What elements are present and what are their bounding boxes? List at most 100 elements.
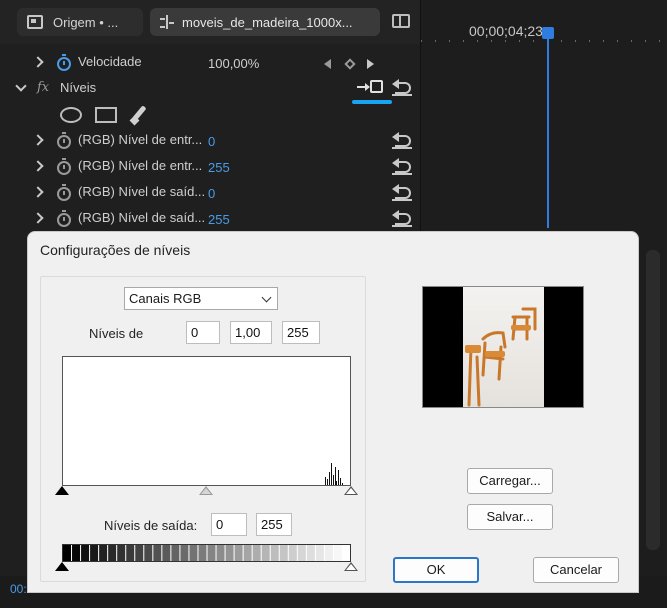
- vertical-scrollbar[interactable]: [646, 250, 660, 550]
- gradient-step: [216, 545, 225, 561]
- stopwatch-icon[interactable]: [57, 158, 71, 175]
- tab-effect-controls[interactable]: moveis_de_madeira_1000x...: [150, 8, 380, 36]
- param-value[interactable]: 0: [208, 134, 215, 149]
- reset-icon[interactable]: [392, 79, 412, 96]
- param-label: (RGB) Nível de saíd...: [78, 210, 206, 225]
- param-value[interactable]: 255: [208, 160, 230, 175]
- premiere-workspace: Origem • ... moveis_de_madeira_1000x... …: [0, 0, 667, 608]
- save-button[interactable]: Salvar...: [467, 504, 553, 530]
- velocidade-value[interactable]: 100,00%: [208, 56, 259, 71]
- chevron-down-icon[interactable]: [15, 80, 27, 92]
- chevron-right-icon[interactable]: [32, 160, 44, 172]
- chevron-right-icon[interactable]: [32, 212, 44, 224]
- gradient-step: [108, 545, 117, 561]
- output-white-field[interactable]: 255: [256, 513, 292, 536]
- param-value[interactable]: 0: [208, 186, 215, 201]
- output-levels-label: Níveis de saída:: [104, 518, 198, 533]
- param-value[interactable]: 255: [208, 212, 230, 227]
- reset-icon[interactable]: [392, 132, 412, 149]
- chevron-right-icon[interactable]: [32, 186, 44, 198]
- panel-tab-bar: Origem • ... moveis_de_madeira_1000x...: [0, 0, 420, 44]
- gradient-step: [144, 545, 153, 561]
- prev-keyframe-icon[interactable]: [324, 59, 331, 69]
- gradient-step: [153, 545, 162, 561]
- input-black-handle[interactable]: [55, 486, 69, 495]
- row-velocidade: Velocidade 100,00%: [0, 50, 420, 76]
- velocidade-label: Velocidade: [78, 54, 142, 69]
- gradient-step: [99, 545, 108, 561]
- row-param: (RGB) Nível de saíd... 255: [0, 206, 420, 232]
- next-keyframe-icon[interactable]: [367, 59, 374, 69]
- input-white-field[interactable]: 255: [282, 321, 320, 344]
- pen-mask-icon[interactable]: [129, 105, 148, 126]
- input-levels-slider[interactable]: [55, 486, 358, 496]
- gradient-step: [63, 545, 72, 561]
- chairs-image: [465, 307, 537, 407]
- playhead-line[interactable]: [547, 28, 549, 228]
- reset-icon[interactable]: [392, 210, 412, 227]
- gradient-step: [198, 545, 207, 561]
- tab-source-label: Origem • ...: [53, 14, 119, 30]
- input-black-field[interactable]: 0: [186, 321, 220, 344]
- gradient-step: [72, 545, 81, 561]
- channel-select[interactable]: Canais RGB: [124, 287, 278, 310]
- gradient-step: [90, 545, 99, 561]
- gradient-step: [288, 545, 297, 561]
- gradient-step: [81, 545, 90, 561]
- time-ruler: [421, 40, 667, 42]
- histogram-graph: [325, 463, 343, 485]
- stopwatch-icon[interactable]: [57, 132, 71, 149]
- bottom-timecode: 00:: [10, 582, 27, 596]
- gradient-step: [225, 545, 234, 561]
- chevron-down-icon: [261, 292, 272, 303]
- ellipse-mask-icon[interactable]: [60, 107, 82, 123]
- output-black-handle[interactable]: [55, 562, 69, 571]
- input-gamma-field[interactable]: 1,00: [230, 321, 272, 344]
- stopwatch-icon[interactable]: [57, 54, 71, 71]
- load-button[interactable]: Carregar...: [467, 468, 553, 494]
- rectangle-mask-icon[interactable]: [95, 107, 117, 123]
- param-label: (RGB) Nível de entr...: [78, 158, 203, 173]
- stopwatch-icon[interactable]: [57, 210, 71, 227]
- ok-button[interactable]: OK: [393, 557, 479, 583]
- reset-icon[interactable]: [392, 158, 412, 175]
- preview-image: [463, 287, 544, 407]
- output-levels-slider[interactable]: [55, 562, 358, 572]
- channel-select-value: Canais RGB: [129, 291, 202, 306]
- chevron-right-icon[interactable]: [32, 56, 44, 68]
- row-param: (RGB) Nível de saíd... 0: [0, 180, 420, 206]
- output-black-field[interactable]: 0: [211, 513, 247, 536]
- source-monitor-icon: [27, 15, 43, 29]
- row-niveis: fx Níveis: [0, 76, 420, 104]
- fx-icon[interactable]: fx: [37, 80, 49, 95]
- gradient-step: [171, 545, 180, 561]
- add-keyframe-icon[interactable]: [344, 58, 356, 70]
- panel-layout-icon[interactable]: [392, 14, 410, 28]
- tab-source[interactable]: Origem • ...: [17, 8, 143, 36]
- gradient-step: [117, 545, 126, 561]
- setup-dialog-icon[interactable]: [357, 79, 383, 95]
- row-mask-tools: [0, 102, 420, 128]
- input-gamma-handle[interactable]: [199, 486, 213, 495]
- reset-icon[interactable]: [392, 184, 412, 201]
- input-white-handle[interactable]: [344, 486, 358, 495]
- input-levels-label: Níveis de: [89, 326, 144, 341]
- stopwatch-icon[interactable]: [57, 184, 71, 201]
- gradient-step: [342, 545, 350, 561]
- row-param: (RGB) Nível de entr... 0: [0, 128, 420, 154]
- gradient-step: [252, 545, 261, 561]
- output-white-handle[interactable]: [344, 562, 358, 571]
- gradient-step: [297, 545, 306, 561]
- cancel-button[interactable]: Cancelar: [533, 557, 619, 583]
- gradient-steps: [63, 545, 350, 561]
- gradient-step: [189, 545, 198, 561]
- dialog-title: Configurações de níveis: [40, 242, 191, 258]
- playhead-handle[interactable]: [542, 27, 554, 39]
- niveis-label: Níveis: [60, 80, 97, 95]
- gradient-step: [270, 545, 279, 561]
- chevron-right-icon[interactable]: [32, 134, 44, 146]
- effect-controls-icon: [160, 15, 174, 29]
- gradient-step: [234, 545, 243, 561]
- gradient-step: [162, 545, 171, 561]
- gradient-step: [324, 545, 333, 561]
